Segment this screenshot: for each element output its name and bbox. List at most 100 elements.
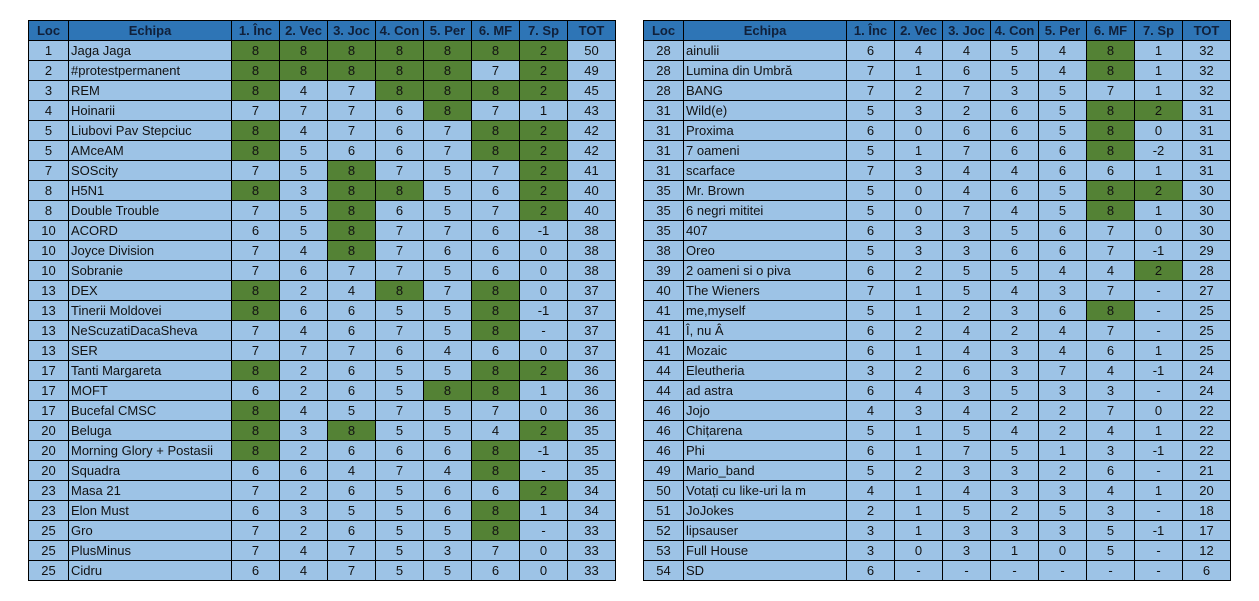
- cell-tot: 25: [1182, 320, 1231, 341]
- cell-mf: 6: [471, 560, 520, 581]
- cell-sp: 1: [1134, 80, 1183, 101]
- cell-tot: 38: [567, 220, 616, 241]
- cell-vec: 3: [894, 100, 943, 121]
- table-row: 46 Phi 6 1 7 5 1 3 -1 22: [643, 440, 1231, 461]
- cell-tot: 40: [567, 200, 616, 221]
- cell-joc: 6: [327, 440, 376, 461]
- cell-per: 5: [423, 400, 472, 421]
- header-loc: Loc: [28, 20, 69, 41]
- header-per: 5. Per: [423, 20, 472, 41]
- cell-vec: 2: [894, 460, 943, 481]
- cell-con: 8: [375, 60, 424, 81]
- cell-joc: 3: [942, 460, 991, 481]
- cell-vec: 5: [279, 200, 328, 221]
- table-row: 25 Gro 7 2 6 5 5 8-33: [28, 520, 616, 541]
- cell-vec: 8: [279, 60, 328, 81]
- cell-con: 1: [990, 540, 1039, 561]
- table-row: 13 Tinerii Moldovei 8 6 6 5 5 8 -1 37: [28, 300, 616, 321]
- cell-sp: 0: [519, 540, 568, 561]
- cell-tot: 25: [1182, 340, 1231, 361]
- cell-con: 5: [375, 560, 424, 581]
- cell-vec: 0: [894, 200, 943, 221]
- cell-per: 5: [1038, 80, 1087, 101]
- cell-per: 5: [423, 300, 472, 321]
- cell-inc: 5: [846, 240, 895, 261]
- cell-loc: 5: [28, 140, 69, 161]
- cell-joc: -: [942, 560, 991, 581]
- cell-joc: 8: [327, 420, 376, 441]
- cell-team: Beluga: [68, 420, 232, 441]
- cell-team: lipsauser: [683, 520, 847, 541]
- cell-mf: 6: [471, 480, 520, 501]
- cell-tot: 32: [1182, 80, 1231, 101]
- cell-sp: 2: [519, 180, 568, 201]
- cell-con: 6: [990, 240, 1039, 261]
- cell-joc: 7: [327, 340, 376, 361]
- cell-inc: 5: [846, 460, 895, 481]
- cell-loc: 41: [643, 300, 684, 321]
- cell-inc: 5: [846, 420, 895, 441]
- cell-con: 5: [990, 380, 1039, 401]
- cell-tot: 17: [1182, 520, 1231, 541]
- cell-joc: 7: [942, 80, 991, 101]
- cell-con: 7: [375, 160, 424, 181]
- cell-sp: -: [519, 520, 568, 541]
- cell-inc: 6: [846, 320, 895, 341]
- cell-per: 5: [423, 200, 472, 221]
- cell-sp: -: [1134, 540, 1183, 561]
- cell-inc: 8: [231, 120, 280, 141]
- cell-vec: 3: [279, 420, 328, 441]
- cell-inc: 5: [846, 300, 895, 321]
- header-loc: Loc: [643, 20, 684, 41]
- table-row: 50 Votați cu like-uri la m 4 1 4 3 3 4 1 20: [643, 480, 1231, 501]
- cell-loc: 20: [28, 460, 69, 481]
- cell-loc: 53: [643, 540, 684, 561]
- table-row: 8 H5N1 8 3 8 8 5 6 2 40: [28, 180, 616, 201]
- cell-mf: 6: [1086, 340, 1135, 361]
- cell-loc: 31: [643, 120, 684, 141]
- cell-loc: 8: [28, 200, 69, 221]
- cell-vec: 2: [279, 360, 328, 381]
- cell-per: 1: [1038, 440, 1087, 461]
- cell-inc: 8: [231, 60, 280, 81]
- cell-sp: 2: [519, 360, 568, 381]
- cell-inc: 7: [846, 160, 895, 181]
- cell-inc: 6: [231, 380, 280, 401]
- cell-per: 5: [423, 360, 472, 381]
- cell-mf: 7: [471, 160, 520, 181]
- header-joc: 3. Joc: [942, 20, 991, 41]
- cell-mf: 7: [471, 60, 520, 81]
- cell-per: 7: [423, 280, 472, 301]
- cell-sp: -: [1134, 280, 1183, 301]
- cell-vec: 4: [279, 560, 328, 581]
- cell-joc: 7: [942, 440, 991, 461]
- cell-per: 5: [423, 520, 472, 541]
- cell-per: 7: [423, 220, 472, 241]
- cell-sp: -1: [519, 300, 568, 321]
- cell-inc: 6: [846, 40, 895, 61]
- cell-tot: 43: [567, 100, 616, 121]
- table-row: 7 SOScity 7 5 8 7 5 7 2 41: [28, 160, 616, 181]
- cell-sp: -1: [519, 440, 568, 461]
- cell-inc: 7: [231, 340, 280, 361]
- cell-tot: 27: [1182, 280, 1231, 301]
- cell-loc: 20: [28, 420, 69, 441]
- cell-vec: 1: [894, 340, 943, 361]
- cell-team: Oreo: [683, 240, 847, 261]
- cell-con: 3: [990, 460, 1039, 481]
- cell-inc: 7: [231, 200, 280, 221]
- cell-mf: 7: [471, 200, 520, 221]
- header-inc: 1. Înc: [846, 20, 895, 41]
- cell-inc: 7: [231, 320, 280, 341]
- cell-team: Jaga Jaga: [68, 40, 232, 61]
- cell-inc: 7: [231, 260, 280, 281]
- cell-con: 3: [990, 360, 1039, 381]
- cell-tot: 35: [567, 440, 616, 461]
- cell-loc: 46: [643, 400, 684, 421]
- cell-con: 8: [375, 280, 424, 301]
- cell-loc: 25: [28, 520, 69, 541]
- cell-mf: 6: [471, 260, 520, 281]
- cell-loc: 2: [28, 60, 69, 81]
- cell-joc: 3: [942, 540, 991, 561]
- cell-tot: 29: [1182, 240, 1231, 261]
